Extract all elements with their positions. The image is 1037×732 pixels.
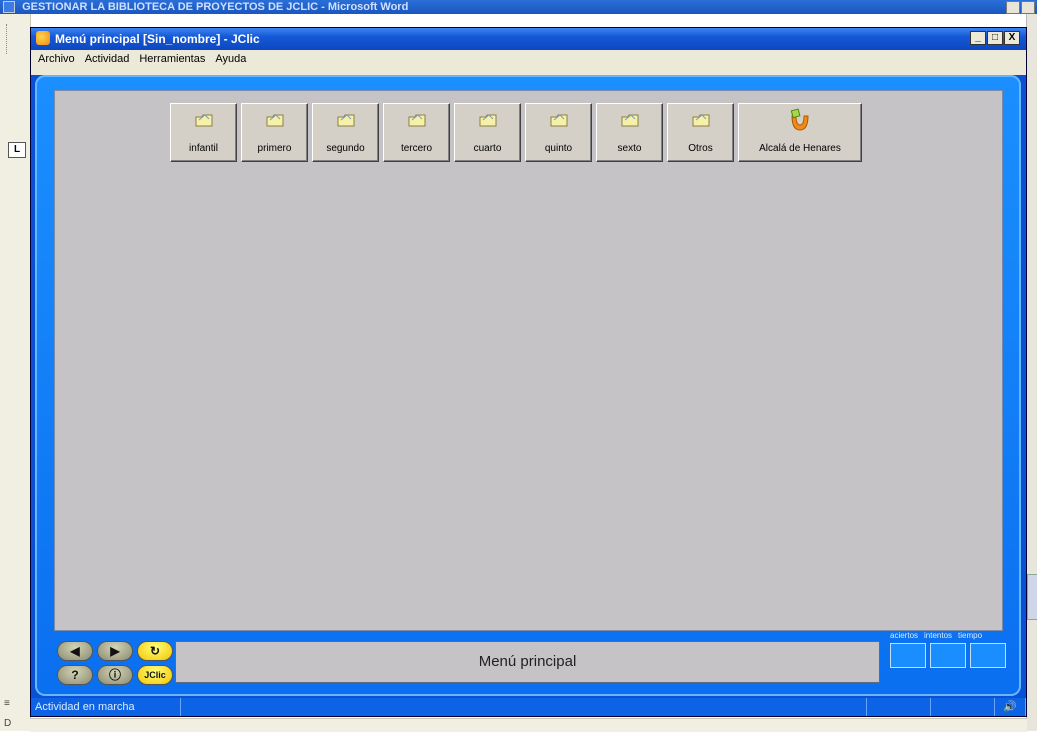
folder-label: tercero [400, 143, 433, 154]
folder-button-otros[interactable]: Otros [667, 103, 734, 162]
folder-label: primero [257, 143, 292, 154]
counter-tiempo [970, 643, 1006, 668]
window-title: Menú principal [Sin_nombre] - JClic [55, 32, 260, 46]
project-button-alcala[interactable]: Alcalá de Henares [738, 103, 862, 162]
menu-ayuda[interactable]: Ayuda [215, 50, 246, 69]
counter-labels: aciertos intentos tiempo [890, 631, 982, 640]
jclic-window: Menú principal [Sin_nombre] - JClic _ □ … [30, 27, 1027, 717]
player-frame: infantil primero segundo tercero cuarto [35, 75, 1021, 696]
folder-icon [550, 114, 567, 127]
reload-button[interactable]: ↻ [137, 641, 173, 661]
folder-icon [266, 114, 283, 127]
folder-button-tercero[interactable]: tercero [383, 103, 450, 162]
word-minimize-button[interactable] [1006, 1, 1020, 14]
minimize-button[interactable]: _ [970, 31, 986, 45]
folder-icon [337, 114, 354, 127]
project-label: Alcalá de Henares [759, 143, 841, 154]
folder-label: infantil [189, 143, 218, 154]
jclic-app-icon [36, 31, 50, 45]
folder-label: segundo [326, 143, 365, 154]
counter-label-tiempo: tiempo [958, 631, 983, 640]
folder-label: cuarto [473, 143, 502, 154]
word-restore-button[interactable] [1021, 1, 1035, 14]
close-button[interactable]: X [1004, 31, 1020, 45]
folder-icon [621, 114, 638, 127]
folder-button-quinto[interactable]: quinto [525, 103, 592, 162]
folder-button-sexto[interactable]: sexto [596, 103, 663, 162]
menu-bar: Archivo Actividad Herramientas Ayuda [31, 50, 1026, 69]
jclic-title-bar[interactable]: Menú principal [Sin_nombre] - JClic _ □ … [31, 28, 1026, 50]
window-controls: _ □ X [970, 31, 1020, 45]
project-button-row: infantil primero segundo tercero cuarto [170, 103, 862, 162]
activity-stage: infantil primero segundo tercero cuarto [54, 90, 1003, 631]
folder-label: sexto [617, 143, 642, 154]
folder-button-segundo[interactable]: segundo [312, 103, 379, 162]
status-text: Actividad en marcha [31, 698, 181, 716]
info-button[interactable]: ⓘ [97, 665, 133, 685]
maximize-button[interactable]: □ [987, 31, 1003, 45]
menu-herramientas[interactable]: Herramientas [139, 50, 205, 69]
scrollbar-thumb[interactable] [1027, 574, 1037, 620]
word-window-controls[interactable] [1006, 1, 1035, 14]
menu-archivo[interactable]: Archivo [38, 50, 75, 69]
status-segment [181, 698, 867, 716]
word-title-text: GESTIONAR LA BIBLIOTECA DE PROYECTOS DE … [22, 1, 409, 13]
menu-actividad[interactable]: Actividad [85, 50, 130, 69]
folder-label: quinto [544, 143, 573, 154]
word-title-bar: GESTIONAR LA BIBLIOTECA DE PROYECTOS DE … [0, 0, 1037, 14]
counter-intentos [930, 643, 966, 668]
back-button[interactable]: ◀ [57, 641, 93, 661]
status-segment [867, 698, 931, 716]
folder-label: Otros [688, 143, 713, 154]
folder-icon [479, 114, 496, 127]
message-box: Menú principal [175, 641, 880, 683]
word-doc-icon [3, 1, 15, 13]
word-left-hint: D [4, 718, 12, 729]
status-bar: Actividad en marcha 🔊 [31, 698, 1026, 716]
forward-button[interactable]: ▶ [97, 641, 133, 661]
help-button[interactable]: ? [57, 665, 93, 685]
status-segment [931, 698, 995, 716]
word-bottom-bar [30, 718, 1027, 732]
speaker-icon[interactable]: 🔊 [995, 698, 1026, 716]
counter-aciertos [890, 643, 926, 668]
folder-icon [195, 114, 212, 127]
word-vertical-scrollbar[interactable] [1026, 14, 1037, 731]
folder-icon [692, 114, 709, 127]
toolbar-grip[interactable] [6, 24, 10, 54]
jclic-about-button[interactable]: JClic [137, 665, 173, 685]
folder-button-primero[interactable]: primero [241, 103, 308, 162]
jclic-project-icon [790, 108, 809, 131]
counter-label-intentos: intentos [924, 631, 953, 640]
folder-icon [408, 114, 425, 127]
counter-label-aciertos: aciertos [890, 631, 919, 640]
folder-button-infantil[interactable]: infantil [170, 103, 237, 162]
word-left-glyph: ≡ [4, 698, 10, 709]
word-left-toolbar: L ≡ D [0, 14, 31, 731]
folder-button-cuarto[interactable]: cuarto [454, 103, 521, 162]
ruler-tab-marker[interactable]: L [8, 142, 26, 158]
